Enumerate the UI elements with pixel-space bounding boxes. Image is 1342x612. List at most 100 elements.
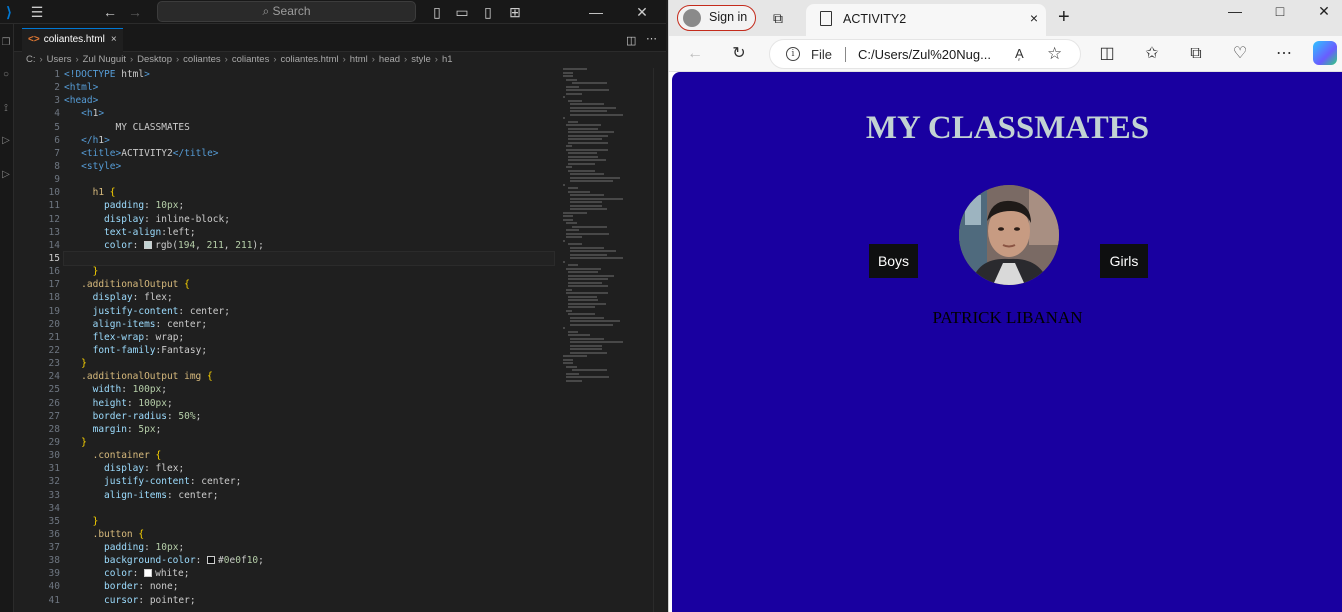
info-icon[interactable]: i xyxy=(786,47,800,61)
code-line[interactable]: align-items: center; xyxy=(64,489,554,502)
code-line[interactable]: MY CLASSMATES xyxy=(64,121,554,134)
run-debug-icon[interactable]: ▷ xyxy=(0,134,12,148)
code-line[interactable]: cursor: pointer; xyxy=(64,594,554,607)
girls-button[interactable]: Girls xyxy=(1100,244,1148,278)
split-editor-icon[interactable]: ◫ xyxy=(626,34,636,47)
code-line[interactable]: display: inline-block; xyxy=(64,213,554,226)
search-view-icon[interactable]: ○ xyxy=(0,68,12,82)
code-line[interactable]: color: white; xyxy=(64,567,554,580)
breadcrumb-item[interactable]: h1 xyxy=(442,54,453,65)
back-arrow-icon[interactable]: ← xyxy=(101,3,119,21)
breadcrumb-item[interactable]: coliantes xyxy=(232,54,270,65)
code-line[interactable]: <!DOCTYPE html> xyxy=(64,68,554,81)
code-line[interactable]: <h1> xyxy=(64,107,554,120)
code-line[interactable]: align-items: center; xyxy=(64,318,554,331)
code-line[interactable] xyxy=(64,502,554,515)
browser-essentials-icon[interactable]: ♡ xyxy=(1230,44,1250,64)
menu-icon[interactable]: ☰ xyxy=(28,3,46,21)
vscode-minimize-icon[interactable]: — xyxy=(587,3,605,21)
code-line[interactable]: text-align:left; xyxy=(64,226,554,239)
breadcrumb-item[interactable]: coliantes.html xyxy=(281,54,339,65)
copilot-icon[interactable] xyxy=(1313,41,1337,65)
code-line[interactable]: height: 100px; xyxy=(64,397,554,410)
breadcrumb-item[interactable]: Zul Nuguit xyxy=(83,54,126,65)
color-swatch[interactable] xyxy=(207,556,216,565)
address-url[interactable]: C:/Users/Zul%20Nug... xyxy=(858,47,991,62)
editor-scrollbar[interactable] xyxy=(653,68,663,612)
vscode-close-icon[interactable]: ✕ xyxy=(633,3,651,21)
split-screen-icon[interactable]: ◫ xyxy=(1097,44,1117,64)
tab-close-icon[interactable]: × xyxy=(1030,10,1038,26)
code-line[interactable] xyxy=(64,173,554,186)
toggle-primary-sidebar-icon[interactable]: ▯ xyxy=(428,3,446,21)
boys-button[interactable]: Boys xyxy=(869,244,918,278)
code-line[interactable]: justify-content: center; xyxy=(64,475,554,488)
favorites-icon[interactable]: ✩ xyxy=(1142,44,1162,64)
code-line[interactable]: background-color: #0e0f10; xyxy=(64,554,554,567)
explorer-icon[interactable]: ❐ xyxy=(0,36,12,50)
code-line[interactable]: margin: 5px; xyxy=(64,423,554,436)
code-line[interactable]: flex-wrap: wrap; xyxy=(64,331,554,344)
tab-actions-icon[interactable]: ⧉ xyxy=(769,9,787,27)
maximize-button[interactable]: □ xyxy=(1265,2,1295,20)
minimap[interactable] xyxy=(563,68,643,388)
toggle-panel-icon[interactable]: ▭ xyxy=(453,3,471,21)
code-line[interactable]: .button { xyxy=(64,528,554,541)
breadcrumb-item[interactable]: html xyxy=(350,54,368,65)
color-swatch[interactable] xyxy=(144,240,153,249)
toggle-secondary-sidebar-icon[interactable]: ▯ xyxy=(479,3,497,21)
breadcrumb-item[interactable]: style xyxy=(411,54,431,65)
code-line[interactable]: <title>ACTIVITY2</title> xyxy=(64,147,554,160)
read-aloud-icon[interactable]: A᷊ xyxy=(1015,46,1024,61)
code-line[interactable]: color: rgb(194, 211, 211); xyxy=(64,239,554,252)
code-line[interactable]: border-radius: 50%; xyxy=(64,410,554,423)
code-line[interactable]: <html> xyxy=(64,81,554,94)
breadcrumb-item[interactable]: C: xyxy=(26,54,36,65)
code-line[interactable]: <style> xyxy=(64,160,554,173)
code-line[interactable]: } xyxy=(64,357,554,370)
code-line[interactable]: h1 { xyxy=(64,186,554,199)
back-icon[interactable]: ← xyxy=(685,44,705,64)
code-editor[interactable]: <!DOCTYPE html> <html> <head> <h1> MY CLAS… xyxy=(63,68,555,612)
breadcrumb-item[interactable]: Users xyxy=(47,54,72,65)
code-line[interactable]: </h1> xyxy=(64,134,554,147)
breadcrumb-item[interactable]: coliantes xyxy=(183,54,221,65)
customize-layout-icon[interactable]: ⊞ xyxy=(506,3,524,21)
browser-tab[interactable]: ACTIVITY2 × xyxy=(806,4,1046,36)
code-line[interactable]: display: flex; xyxy=(64,291,554,304)
code-line[interactable]: } xyxy=(64,515,554,528)
editor-tab[interactable]: <> coliantes.html × xyxy=(22,28,123,52)
color-swatch[interactable] xyxy=(144,569,153,578)
code-line[interactable]: font-family:Fantasy; xyxy=(64,344,554,357)
new-tab-button[interactable]: + xyxy=(1058,6,1070,29)
collections-icon[interactable]: ⧉ xyxy=(1186,44,1206,64)
code-line[interactable]: padding: 10px; xyxy=(64,541,554,554)
tab-close-icon[interactable]: × xyxy=(111,34,117,45)
code-line[interactable]: display: flex; xyxy=(64,462,554,475)
code-line[interactable]: width: 100px; xyxy=(64,383,554,396)
sign-in-button[interactable]: Sign in xyxy=(677,5,756,31)
extensions-icon[interactable]: ▷ xyxy=(0,168,12,182)
more-actions-icon[interactable]: ⋯ xyxy=(646,32,657,45)
code-line[interactable]: .additionalOutput img { xyxy=(64,370,554,383)
code-line[interactable] xyxy=(63,250,555,267)
address-bar[interactable]: i File C:/Users/Zul%20Nug... A᷊ ☆ xyxy=(769,39,1081,69)
forward-arrow-icon[interactable]: → xyxy=(126,3,144,21)
code-line[interactable]: justify-content: center; xyxy=(64,305,554,318)
code-line[interactable]: <head> xyxy=(64,94,554,107)
code-line[interactable]: } xyxy=(64,436,554,449)
source-control-icon[interactable]: ⟟ xyxy=(0,102,12,116)
close-button[interactable]: ✕ xyxy=(1309,2,1339,20)
code-line[interactable]: .container { xyxy=(64,449,554,462)
code-line[interactable]: .additionalOutput { xyxy=(64,278,554,291)
code-line[interactable]: padding: 10px; xyxy=(64,199,554,212)
code-line[interactable]: } xyxy=(64,265,554,278)
settings-more-icon[interactable]: ⋯ xyxy=(1274,44,1294,64)
breadcrumb-item[interactable]: Desktop xyxy=(137,54,172,65)
minimize-button[interactable]: — xyxy=(1220,2,1250,20)
command-center-search[interactable]: ⌕ Search xyxy=(157,1,416,22)
code-line[interactable]: border: none; xyxy=(64,580,554,593)
favorite-star-icon[interactable]: ☆ xyxy=(1047,44,1062,64)
refresh-icon[interactable]: ↻ xyxy=(729,44,749,64)
breadcrumb-item[interactable]: head xyxy=(379,54,400,65)
